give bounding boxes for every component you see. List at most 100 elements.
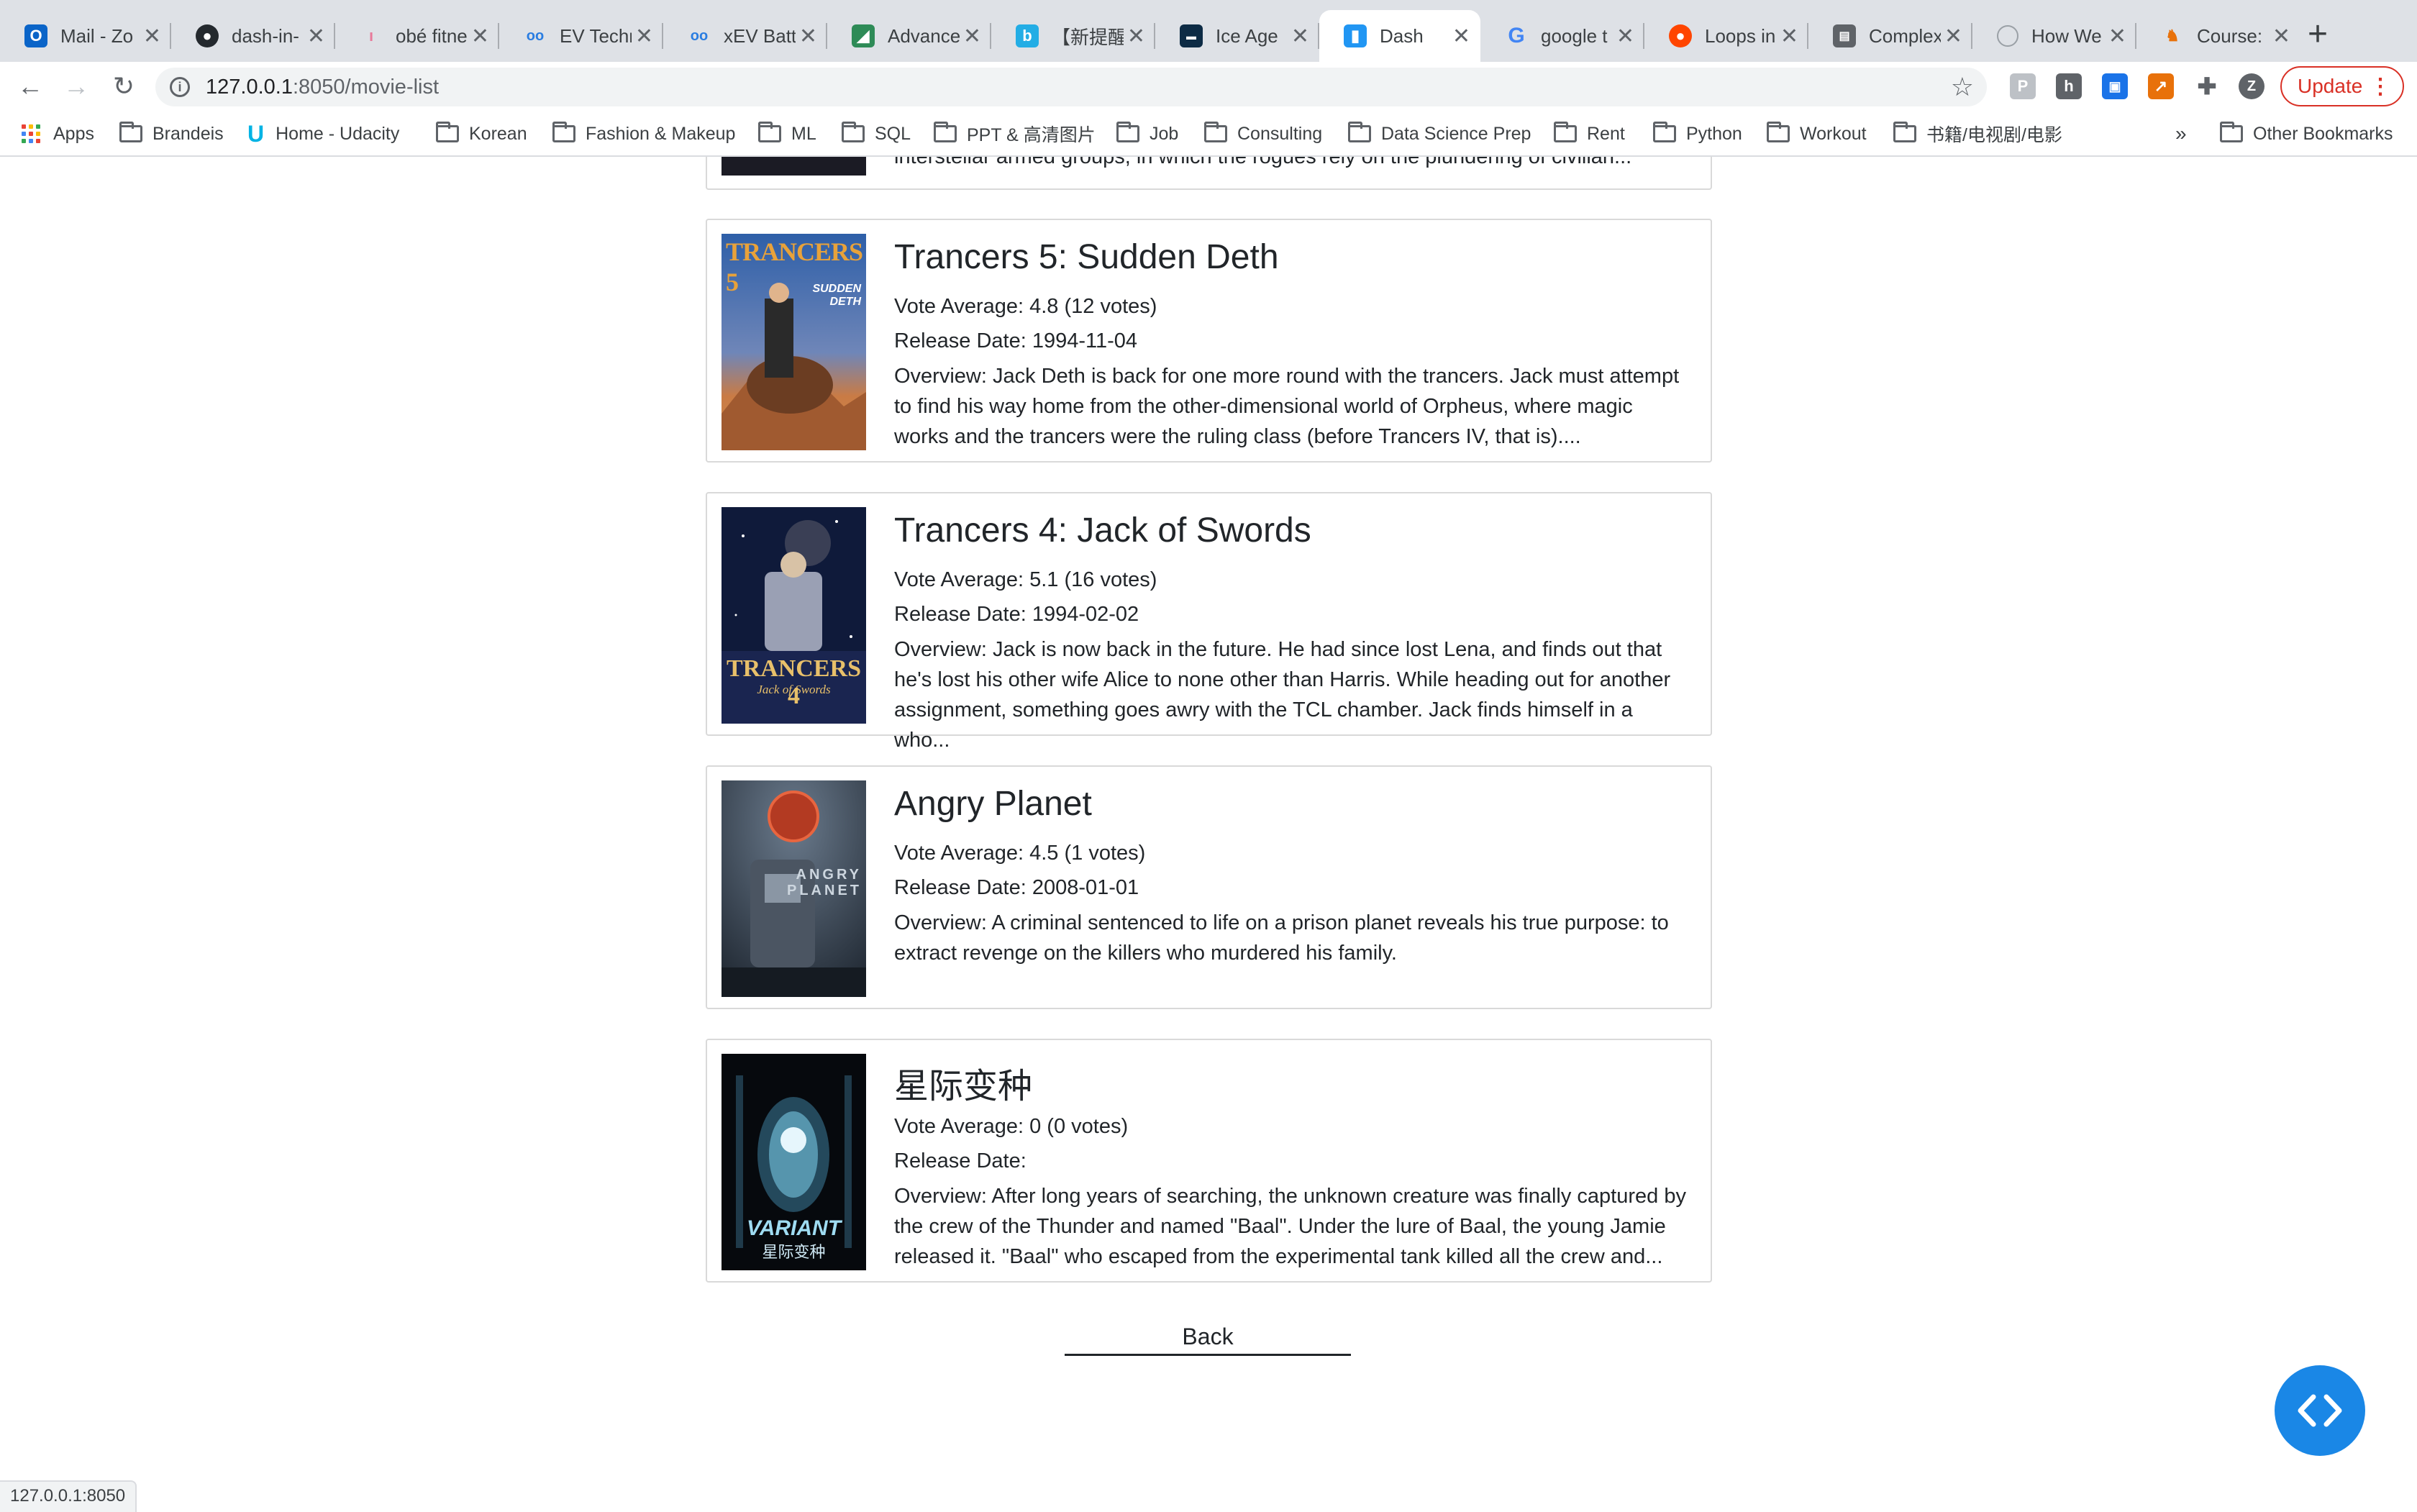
bookmark-folder[interactable]: PPT & 高清图片 (934, 121, 1096, 147)
tab-dash[interactable]: ▮ Dash ✕ (1319, 10, 1480, 62)
vote-average: Vote Average: 5.1 (16 votes) (894, 568, 1157, 591)
course-icon: ♞ (2165, 27, 2180, 45)
tab-mail[interactable]: O Mail - Zo ✕ (0, 10, 171, 62)
close-icon[interactable]: ✕ (2272, 24, 2290, 49)
bookmark-apps[interactable]: Apps (22, 121, 94, 147)
close-icon[interactable]: ✕ (307, 24, 325, 49)
bookmark-folder[interactable]: Korean (436, 121, 527, 147)
tab-google[interactable]: G google t ✕ (1480, 10, 1644, 62)
puzzle-icon[interactable]: ✚ (2194, 73, 2220, 99)
new-tab-button[interactable]: + (2308, 13, 2328, 56)
tab-obe[interactable]: ı obé fitne ✕ (335, 10, 499, 62)
bookmark-folder[interactable]: SQL (842, 121, 911, 147)
back-label: Back (1182, 1324, 1234, 1349)
release-date: Release Date: (894, 1149, 1027, 1172)
folder-icon (1204, 122, 1227, 142)
bookmark-folder[interactable]: Rent (1554, 121, 1625, 147)
tab-complex[interactable]: ▤ Complex ✕ (1808, 10, 1972, 62)
close-icon[interactable]: ✕ (1780, 24, 1798, 49)
folder-icon (1767, 122, 1790, 142)
close-icon[interactable]: ✕ (799, 24, 817, 49)
tab-advance[interactable]: ◢ Advance ✕ (827, 10, 991, 62)
bookmark-label: SQL (875, 123, 911, 144)
tab-title: obé fitne (396, 24, 468, 47)
close-icon[interactable]: ✕ (635, 24, 653, 49)
movie-poster: VARIANT 星际变种 (722, 1054, 866, 1270)
extension-icon[interactable]: ▣ (2102, 73, 2128, 99)
oo-icon: oo (526, 27, 545, 44)
movie-title: Trancers 4: Jack of Swords (894, 511, 1311, 550)
update-button[interactable]: Update ⋮ (2280, 66, 2404, 106)
tab-title: Mail - Zo (60, 24, 132, 47)
bookmark-folder[interactable]: Data Science Prep (1348, 121, 1531, 147)
tab-strip: O Mail - Zo ✕ ● dash-in- ✕ ı obé fitne ✕… (0, 0, 2417, 62)
avatar[interactable]: Z (2239, 73, 2264, 99)
google-icon: G (1508, 24, 1525, 47)
bookmark-folder[interactable]: Fashion & Makeup (552, 121, 735, 147)
movie-title: 星际变种 (894, 1067, 1033, 1106)
back-link[interactable]: Back (1065, 1324, 1351, 1356)
tab-course[interactable]: ♞ Course: ✕ (2136, 10, 2300, 62)
tab-ice-age[interactable]: ▬ Ice Age ✕ (1155, 10, 1319, 62)
movie-card: TRANCERS 5 SUDDEN DETH Trancers 5: Sudde… (706, 219, 1712, 463)
release-date: Release Date: 1994-11-04 (894, 329, 1138, 352)
extension-icon[interactable]: P (2010, 73, 2036, 99)
how-we-icon (1997, 25, 2018, 47)
complex-icon: ▤ (1833, 24, 1856, 47)
bookmark-label: Data Science Prep (1381, 123, 1531, 144)
bookmark-folder[interactable]: Consulting (1204, 121, 1322, 147)
folder-icon (2220, 122, 2243, 142)
bookmark-star-icon[interactable]: ☆ (1951, 72, 1974, 102)
forward-arrow-icon[interactable]: → (59, 69, 94, 104)
close-icon[interactable]: ✕ (143, 24, 161, 49)
close-icon[interactable]: ✕ (963, 24, 981, 49)
close-icon[interactable]: ✕ (2108, 24, 2126, 49)
bookmarks-overflow-button[interactable]: » (2175, 121, 2187, 147)
tab-xev[interactable]: oo xEV Batt ✕ (663, 10, 827, 62)
bookmark-label: Rent (1587, 123, 1625, 144)
bookmark-folder[interactable]: ML (758, 121, 816, 147)
tab-ev-tech[interactable]: oo EV Techn ✕ (499, 10, 663, 62)
other-bookmarks[interactable]: Other Bookmarks (2220, 121, 2393, 147)
bookmark-folder[interactable]: Workout (1767, 121, 1867, 147)
close-icon[interactable]: ✕ (1452, 24, 1470, 49)
close-icon[interactable]: ✕ (1127, 24, 1145, 49)
bookmark-folder[interactable]: Python (1653, 121, 1742, 147)
tab-how-we[interactable]: How We ✕ (1972, 10, 2136, 62)
bookmark-folder[interactable]: 书籍/电视剧/电影 (1893, 121, 2062, 147)
tab-title: Dash (1380, 24, 1424, 47)
bookmark-folder[interactable]: Brandeis (119, 121, 224, 147)
movie-poster: ANGRY PLANET (722, 780, 866, 997)
advance-icon: ◢ (852, 24, 875, 47)
bookmark-folder[interactable]: Job (1116, 121, 1178, 147)
apps-grid-icon (22, 124, 40, 143)
folder-icon (119, 122, 142, 142)
extension-icon[interactable]: ↗ (2148, 73, 2174, 99)
udacity-icon: U (247, 120, 265, 147)
close-icon[interactable]: ✕ (1944, 24, 1962, 49)
bookmark-label: Other Bookmarks (2253, 123, 2393, 144)
movie-title: Angry Planet (894, 785, 1092, 823)
url-text: 127.0.0.1:8050/movie-list (206, 76, 439, 99)
info-icon[interactable]: i (170, 77, 190, 97)
page-content: interstellar armed groups, in which the … (0, 157, 2417, 1511)
dash-debug-button[interactable] (2275, 1365, 2365, 1456)
close-icon[interactable]: ✕ (471, 24, 489, 49)
tab-bilibili[interactable]: b 【新提醒 ✕ (991, 10, 1155, 62)
back-arrow-icon[interactable]: ← (13, 69, 47, 104)
movie-card: ANGRY PLANET Angry Planet Vote Average: … (706, 765, 1712, 1009)
tab-title: Ice Age (1216, 24, 1278, 47)
tab-title: Complex (1869, 24, 1941, 47)
reload-icon[interactable]: ↻ (106, 69, 141, 104)
url-path: :8050/movie-list (292, 75, 440, 99)
address-bar[interactable]: i 127.0.0.1:8050/movie-list ☆ (155, 68, 1987, 106)
more-menu-icon[interactable]: ⋮ (2370, 74, 2391, 99)
tab-reddit[interactable]: ● Loops in ✕ (1644, 10, 1808, 62)
close-icon[interactable]: ✕ (1616, 24, 1634, 49)
extension-icon[interactable]: h (2056, 73, 2082, 99)
tab-github[interactable]: ● dash-in- ✕ (171, 10, 335, 62)
bookmark-udacity[interactable]: U Home - Udacity (247, 121, 399, 147)
close-icon[interactable]: ✕ (1291, 24, 1309, 49)
movie-overview: Overview: A criminal sentenced to life o… (894, 911, 1669, 965)
folder-icon (842, 122, 865, 142)
